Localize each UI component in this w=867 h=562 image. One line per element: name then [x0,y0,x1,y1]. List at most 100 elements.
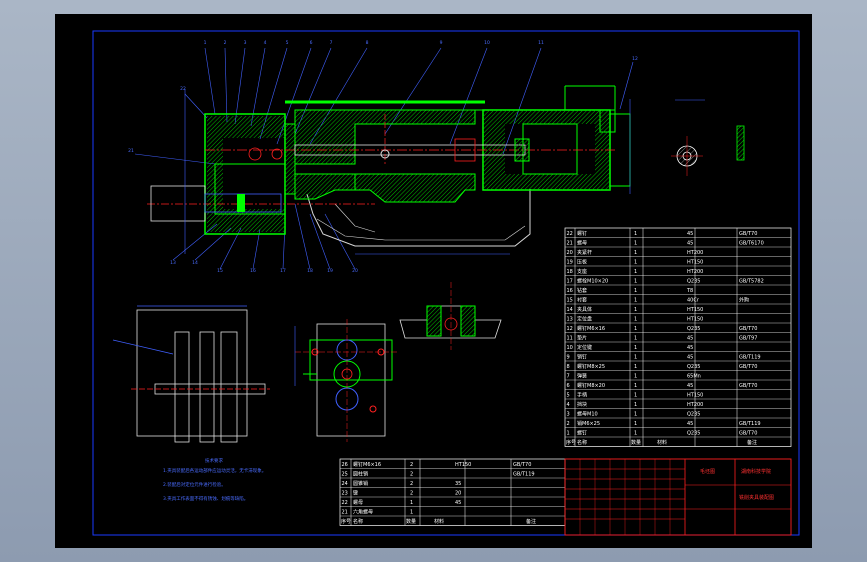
parts-row-no: 11 [567,336,573,342]
parts-row-no: 7 [567,374,570,380]
parts-row-no: 22 [567,231,573,237]
lower-row-no: 21 [342,510,348,516]
lower-row-qty: 2 [410,472,413,478]
lower-row-no: 26 [342,462,348,468]
drawing-canvas[interactable]: 技术要求 1.夹具装配后各运动部件应运动灵活，无卡滞现象。 2.装配后对定位元件… [55,14,812,548]
parts-row-qty: 1 [634,260,637,266]
parts-row-qty: 1 [634,421,637,427]
parts-row-qty: 1 [634,431,637,437]
parts-row-material: HT150 [687,307,703,313]
parts-row-qty: 1 [634,364,637,370]
parts-row-name: 夹具体 [577,306,592,313]
balloon-label: 8 [366,40,369,46]
main-section-view [134,47,634,270]
parts-row-material: HT200 [687,250,703,256]
title-block: 毛坯图 湖南科技学院铣削夹具装配图 [564,458,792,536]
lower-row-no: 25 [342,472,348,478]
balloon-label: 20 [352,268,358,274]
parts-list-table: 22 螺钉 1 45 GB/T7021 螺母 1 45 GB/T617020 夹紧杆 1 HT2001… [564,227,792,447]
balloon-label: 22 [180,86,186,92]
lower-row-name: 圆锥销 [353,480,368,487]
parts-row-material: HT150 [687,393,703,399]
parts-row-material: HT200 [687,402,703,408]
parts-row-no: 13 [567,317,573,323]
lower-header-note: 备注 [526,518,536,525]
parts-row-name: 螺钉M8×25 [577,363,605,370]
parts-row-material: Q235 [687,279,700,285]
parts-row-name: 螺钉M8×20 [577,382,605,389]
balloon-label: 19 [327,268,333,274]
lower-row-qty: 1 [410,500,413,506]
lower-row-note: GB/T119 [513,472,535,478]
parts-row-name: 定位盘 [577,316,592,323]
svg-text:3.夹具工作表面不得有锈蚀、划痕等缺陷。: 3.夹具工作表面不得有锈蚀、划痕等缺陷。 [163,495,248,502]
parts-row-note: GB/T119 [739,421,761,427]
balloon-label: 6 [310,40,313,46]
parts-row-no: 2 [567,421,570,427]
lower-header-no: 序号 [341,518,351,525]
parts-row-qty: 1 [634,412,637,418]
balloon-label: 18 [307,268,313,274]
svg-text:2.装配后对定位元件进行检验。: 2.装配后对定位元件进行检验。 [163,481,226,488]
parts-row-material: 45 [687,336,693,342]
parts-row-material: 45 [687,241,693,247]
parts-row-no: 19 [567,260,573,266]
parts-row-name: 压板 [577,259,587,266]
parts-row-qty: 1 [634,298,637,304]
balloon-label: 13 [170,260,176,266]
parts-row-name: 销M6×25 [577,420,600,427]
lower-header-qty: 数量 [406,518,416,525]
parts-row-name: 定位键 [577,344,592,351]
parts-row-material: 45 [687,383,693,389]
lower-row-name: 螺母 [353,499,363,506]
parts-row-no: 12 [567,326,573,332]
parts-row-qty: 1 [634,307,637,313]
parts-row-name: 螺钉 [577,430,587,437]
parts-row-no: 18 [567,269,573,275]
balloon-label: 5 [286,40,289,46]
balloon-label: 2 [224,40,227,46]
parts-row-name: 螺母 [577,240,587,247]
parts-row-material: 65Mn [687,374,701,380]
balloon-label: 9 [440,40,443,46]
balloon-label: 15 [217,268,223,274]
parts-row-note: GB/T70 [739,431,757,437]
parts-row-note: GB/T70 [739,383,757,389]
cad-viewport[interactable]: 技术要求 1.夹具装配后各运动部件应运动灵活，无卡滞现象。 2.装配后对定位元件… [0,0,867,562]
balloon-label: 1 [204,40,207,46]
parts-row-qty: 1 [634,241,637,247]
balloon-label: 7 [330,40,333,46]
parts-row-no: 10 [567,345,573,351]
lower-header-material: 材料 [434,518,444,525]
parts-row-qty: 1 [634,269,637,275]
parts-row-qty: 1 [634,336,637,342]
lower-row-qty: 1 [410,510,413,516]
parts-row-name: 螺栓M10×20 [577,278,608,285]
parts-row-qty: 1 [634,374,637,380]
parts-row-name: 螺钉M6×16 [577,325,605,332]
parts-row-name: 支座 [577,268,587,275]
parts-row-note: GB/T70 [739,326,757,332]
parts-row-note: 外购 [739,297,749,304]
parts-row-name: 销钉 [577,354,587,361]
lower-row-no: 23 [342,491,348,497]
parts-row-material: 45 [687,421,693,427]
parts-row-name: 衬套 [577,297,587,304]
parts-row-no: 15 [567,298,573,304]
technical-requirements: 技术要求 1.夹具装配后各运动部件应运动灵活，无卡滞现象。 2.装配后对定位元件… [163,457,266,502]
lower-row-material: 45 [455,500,461,506]
parts-header-no: 序号 [566,439,576,446]
parts-row-no: 5 [567,393,570,399]
section-view-aa [399,282,502,350]
balloon-label: 10 [484,40,490,46]
parts-row-qty: 1 [634,317,637,323]
detail-view-bushing [671,99,745,176]
title-company: 湖南科技学院 [741,468,771,475]
parts-row-material: T8 [686,288,693,294]
parts-row-note: GB/T70 [739,364,757,370]
parts-row-material: 45 [687,231,693,237]
lower-row-material: HT150 [455,462,471,468]
parts-row-material: 40Cr [687,298,700,304]
parts-header-note: 备注 [747,439,757,446]
parts-row-name: 螺母M10 [577,411,598,418]
